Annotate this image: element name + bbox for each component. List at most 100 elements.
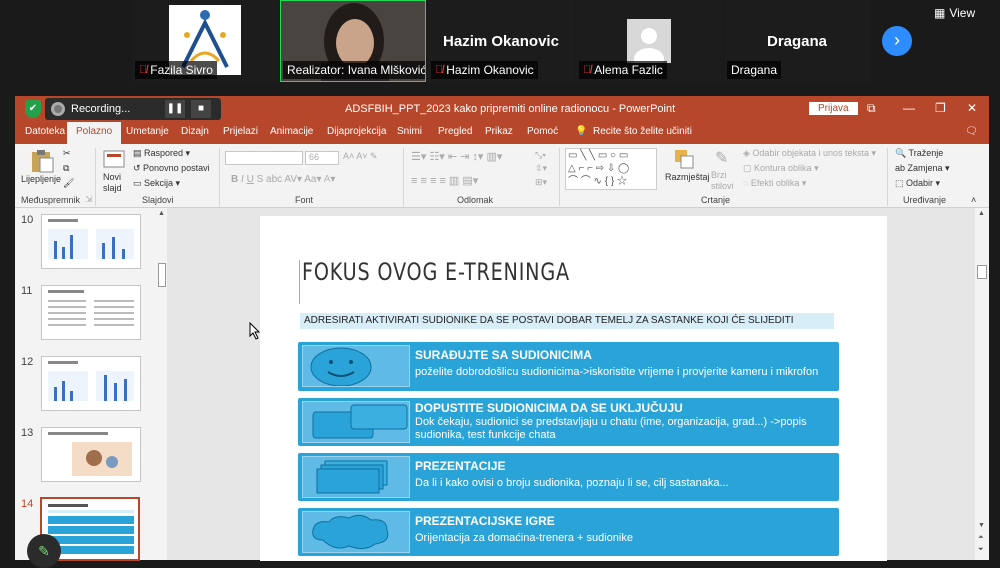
scrollbar-thumb[interactable] xyxy=(158,263,166,287)
tab-transitions[interactable]: Prijelazi xyxy=(223,126,258,137)
ribbon-divider xyxy=(559,148,560,206)
tab-animations[interactable]: Animacije xyxy=(270,126,313,137)
tab-slideshow[interactable]: Dijaprojekcija xyxy=(327,126,386,137)
pause-recording-button[interactable]: ❚❚ xyxy=(165,100,185,118)
comments-icon[interactable]: 🗨 xyxy=(965,126,978,137)
section-button[interactable]: ▭ Sekcija ▾ xyxy=(133,178,180,189)
scrollbar-thumb[interactable] xyxy=(977,265,987,279)
smiley-icon xyxy=(310,347,372,387)
tab-help[interactable]: Pomoć xyxy=(527,126,558,137)
slide-number: 10 xyxy=(21,214,34,226)
recording-label: Recording... xyxy=(71,103,131,115)
arrange-button[interactable]: Razmještaj xyxy=(665,172,710,182)
sign-in-button[interactable]: Prijava xyxy=(809,102,858,115)
group-label-font: Font xyxy=(295,195,314,205)
recording-indicator: Recording... ❚❚ ■ xyxy=(45,98,221,120)
tab-insert[interactable]: Umetanje xyxy=(126,126,169,137)
collapse-ribbon-icon[interactable]: ˄ xyxy=(971,195,976,205)
shape-outline-button[interactable]: ▢ Kontura oblika ▾ xyxy=(743,163,819,174)
cut-icon[interactable]: ✂ xyxy=(63,148,71,159)
list-format-icons[interactable]: ☰▾ ☷▾ ⇤ ⇥ ↕▾ ▥▾ xyxy=(411,150,502,163)
card-title: PREZENTACIJE xyxy=(415,459,506,473)
content-card-3[interactable]: PREZENTACIJE Da li i kako ovisi o broju … xyxy=(298,453,839,501)
alignment-icons[interactable]: ≡ ≡ ≡ ≡ ▥ ▤▾ xyxy=(411,174,478,187)
previous-slide-icon[interactable]: ⏶ xyxy=(978,534,984,542)
ribbon-display-icon[interactable]: ⧉ xyxy=(867,101,876,116)
content-card-4[interactable]: PREZENTACIJSKE IGRE Orijentacija za doma… xyxy=(298,508,839,556)
paste-icon[interactable] xyxy=(29,148,55,174)
next-page-button[interactable]: › xyxy=(882,26,912,56)
minimize-button[interactable]: — xyxy=(903,101,915,115)
quick-styles-icon[interactable]: ✎ xyxy=(715,148,728,168)
title-bar: ✔ Recording... ❚❚ ■ ADSFBIH_PPT_2023 kak… xyxy=(15,96,989,122)
find-button[interactable]: 🔍 Traženje xyxy=(895,148,943,159)
ribbon: Lijepljenje ✂ ⧉ 🖌 Međuspremnik ⇲ Novi sl… xyxy=(15,144,989,208)
tab-view[interactable]: Prikaz xyxy=(485,126,513,137)
new-slide-button[interactable]: Novi slajd xyxy=(103,172,127,194)
lightbulb-icon: 💡 xyxy=(575,126,588,137)
format-painter-icon[interactable]: 🖌 xyxy=(63,178,74,189)
content-card-1[interactable]: SURAĐUJTE SA SUDIONICIMA poželite dobrod… xyxy=(298,342,839,391)
scroll-up-icon[interactable]: ▲ xyxy=(158,210,165,217)
slide-number: 13 xyxy=(21,427,34,439)
tell-me-search[interactable]: Recite što želite učiniti xyxy=(593,126,692,137)
participant-tile-dragana[interactable]: Dragana Dragana xyxy=(724,0,870,82)
paste-button[interactable]: Lijepljenje xyxy=(21,174,61,184)
mouse-cursor-icon xyxy=(249,322,261,340)
text-direction-icon[interactable]: ⤡▾ xyxy=(535,150,546,161)
scroll-up-icon[interactable]: ▲ xyxy=(978,210,985,217)
participant-tile-hazim[interactable]: Hazim Okanovic 🎙̸ Hazim Okanovic xyxy=(428,0,574,82)
tab-review[interactable]: Pregled xyxy=(438,126,472,137)
close-button[interactable]: ✕ xyxy=(967,101,977,115)
slide-thumbnail-12[interactable] xyxy=(41,356,141,411)
card-picture xyxy=(302,456,410,498)
arrange-icon[interactable] xyxy=(673,148,695,170)
card-title: SURAĐUJTE SA SUDIONICIMA xyxy=(415,348,592,362)
ribbon-divider xyxy=(95,148,96,206)
ribbon-divider xyxy=(403,148,404,206)
quick-styles-button[interactable]: Brzi stilovi xyxy=(711,170,735,192)
font-size-box[interactable]: 66 xyxy=(305,151,339,165)
annotation-pen-icon[interactable]: ✎ xyxy=(27,534,61,568)
maximize-button[interactable]: ❐ xyxy=(935,101,946,115)
slide-thumbnail-11[interactable] xyxy=(41,285,141,340)
slide-subtitle[interactable]: ADRESIRATI AKTIVIRATI SUDIONIKE DA SE PO… xyxy=(300,313,834,329)
ribbon-divider xyxy=(887,148,888,206)
slide-thumbnail-10[interactable] xyxy=(41,214,141,269)
tab-design[interactable]: Dizajn xyxy=(181,126,209,137)
dialog-launcher-icon[interactable]: ⇲ xyxy=(85,194,93,205)
replace-button[interactable]: ab Zamjena ▾ xyxy=(895,163,950,174)
card-body: Orijentacija za domaćina-trenera + sudio… xyxy=(415,532,633,544)
font-format-icons[interactable]: B I U S abc AV▾ Aa▾ A▾ xyxy=(231,174,335,185)
stop-recording-button[interactable]: ■ xyxy=(191,100,211,118)
view-button[interactable]: ▦ View xyxy=(934,6,975,20)
align-text-icon[interactable]: ⇳▾ xyxy=(535,163,547,174)
chevron-right-icon: › xyxy=(894,30,900,50)
scroll-down-icon[interactable]: ▼ xyxy=(978,522,985,529)
content-card-2[interactable]: DOPUSTITE SUDIONICIMA DA SE UKLJUČUJU Do… xyxy=(298,398,839,446)
shapes-gallery[interactable]: ▭ ╲ ╲ ▭ ○ ▭ △ ⌐ ⌐ ⇨ ⇩ ◯ ⌒ ⌒ ∿ { } ☆ xyxy=(565,148,657,190)
shape-effects-button[interactable]: ◌ Efekti oblika ▾ xyxy=(743,178,806,189)
font-name-box[interactable] xyxy=(225,151,303,165)
select-button[interactable]: ⬚ Odabir ▾ xyxy=(895,178,940,189)
tab-home[interactable]: Polazno xyxy=(67,122,122,144)
tab-record[interactable]: Snimi xyxy=(397,126,422,137)
participant-tile-alema[interactable]: 🎙̸ Alema Fazlic xyxy=(576,0,722,82)
layout-button[interactable]: ▤ Raspored ▾ xyxy=(133,148,190,159)
tab-file[interactable]: Datoteka xyxy=(25,126,65,137)
participant-tile-ivana[interactable]: Realizator: Ivana Mlšković xyxy=(280,0,426,82)
avatar-placeholder-icon xyxy=(627,19,671,63)
shape-fill-button[interactable]: ◈ Odabir objekata i unos teksta ▾ xyxy=(743,148,876,159)
smartart-icon[interactable]: ⊞▾ xyxy=(535,177,547,188)
font-grow-shrink-icon[interactable]: A˄ A˅ ✎ xyxy=(343,151,378,162)
new-slide-icon[interactable] xyxy=(103,148,125,170)
slide[interactable]: FOKUS OVOG E-TRENINGA ADRESIRATI AKTIVIR… xyxy=(260,216,887,561)
slide-thumbnail-13[interactable] xyxy=(41,427,141,482)
next-slide-icon[interactable]: ⏷ xyxy=(978,546,984,554)
copy-icon[interactable]: ⧉ xyxy=(63,163,69,174)
participant-tile-fazila[interactable]: 🎙̸ Fazila Sivro xyxy=(132,0,278,82)
reset-button[interactable]: ↺ Ponovno postavi xyxy=(133,163,210,174)
slide-title[interactable]: FOKUS OVOG E-TRENINGA xyxy=(302,258,570,286)
slide-scrollbar[interactable]: ▲ ▼ ⏶ ⏷ xyxy=(975,208,989,560)
thumbnails-scrollbar[interactable]: ▲ xyxy=(157,208,167,560)
